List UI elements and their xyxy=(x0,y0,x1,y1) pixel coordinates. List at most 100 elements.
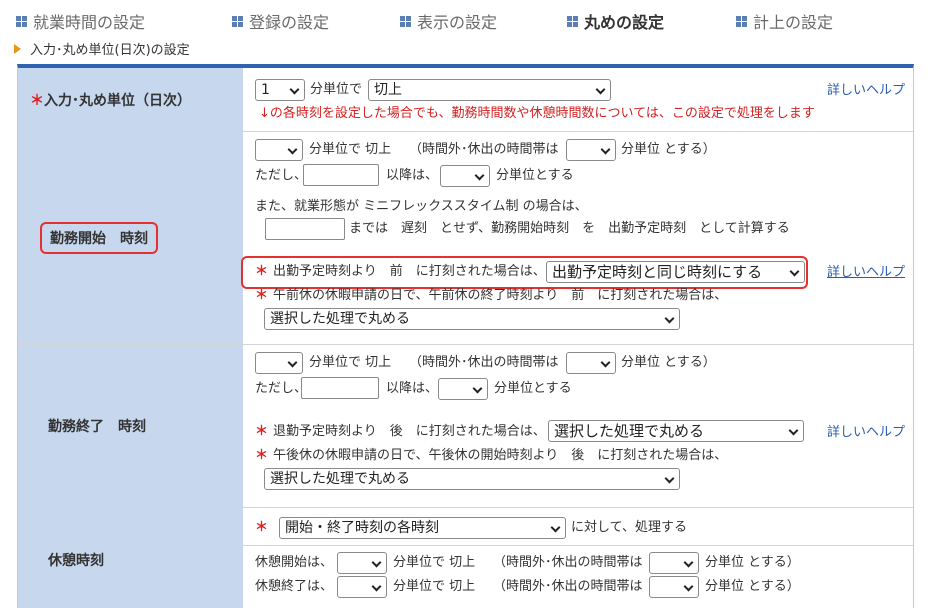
row-label-text: 勤務開始 時刻 xyxy=(40,222,158,254)
grid-icon xyxy=(16,15,27,27)
select-value: 出勤予定時刻と同じ時刻にする xyxy=(552,263,763,281)
grid-icon xyxy=(736,15,747,27)
break-target-text: に対して、処理する xyxy=(571,520,687,535)
required-mark: ＊ xyxy=(255,264,269,279)
after-scheduled-text: 退勤予定時刻より 後 に打刻された場合は、 xyxy=(273,424,546,439)
breadcrumb: 入力･丸め単位(日次)の設定 xyxy=(14,39,190,58)
chevron-down-icon xyxy=(600,357,611,368)
tab-label: 丸めの設定 xyxy=(584,13,665,32)
after-text: 以降は、 xyxy=(386,381,439,396)
overtime-end-text: 分単位 とする） xyxy=(621,142,716,157)
unit-text: 分単位で 切上 xyxy=(309,141,391,159)
method-label: 切上 xyxy=(365,355,392,370)
row-label-work-start: 勤務開始 時刻 xyxy=(18,132,243,345)
select-value: 選択した処理で丸める xyxy=(270,471,410,487)
grid-icon xyxy=(567,15,578,27)
chevron-down-icon xyxy=(287,144,298,155)
triangle-right-icon xyxy=(14,43,21,54)
chevron-down-icon xyxy=(289,84,300,95)
after-text: 以降は、 xyxy=(386,168,439,183)
tab-rounding[interactable]: 丸めの設定 xyxy=(567,9,664,33)
chevron-down-icon xyxy=(371,557,382,568)
tab-label: 表示の設定 xyxy=(417,13,498,32)
unit-label: 分単位で xyxy=(393,555,446,570)
row-content-work-start: 分単位で 切上 （時間外･休出の時間帯は 分単位 とする） ただし、 以降は、 … xyxy=(241,132,913,345)
tab-registration[interactable]: 登録の設定 xyxy=(232,9,329,33)
start-after-time-input[interactable] xyxy=(303,164,379,186)
unit-text: 分単位で 切上 xyxy=(393,554,475,572)
pm-leave-select[interactable]: 選択した処理で丸める xyxy=(264,468,680,490)
start-after-unit-select[interactable] xyxy=(440,165,490,187)
overtime-text: （時間外･休出の時間帯は xyxy=(409,355,559,370)
chevron-down-icon xyxy=(683,581,694,592)
end-after-unit-select[interactable] xyxy=(438,378,488,400)
break-target-select[interactable]: 開始・終了時刻の各時刻 xyxy=(279,517,566,539)
overtime-text: （時間外･休出の時間帯は xyxy=(493,579,643,594)
before-scheduled-text: 出勤予定時刻より 前 に打刻された場合は、 xyxy=(273,264,546,279)
row-label-work-end: 勤務終了 時刻 xyxy=(18,345,243,508)
break-start-unit-select[interactable] xyxy=(337,552,387,574)
unit-end-text: 分単位とする xyxy=(494,381,572,396)
chevron-down-icon xyxy=(789,266,800,277)
chevron-down-icon xyxy=(664,313,675,324)
break-end-unit-select[interactable] xyxy=(337,576,387,598)
end-after-time-input[interactable] xyxy=(301,377,379,399)
chevron-down-icon xyxy=(788,425,799,436)
flex-text-2: までは 遅刻 とせず、勤務開始時刻 を 出勤予定時刻 として計算する xyxy=(349,221,790,236)
break-start-overtime-select[interactable] xyxy=(649,552,699,574)
chevron-down-icon xyxy=(683,557,694,568)
row-label-input-unit: ＊ 入力･丸め単位（日次） xyxy=(18,68,243,132)
start-unit-select[interactable] xyxy=(255,139,303,161)
start-overtime-unit-select[interactable] xyxy=(566,139,616,161)
overtime-text: （時間外･休出の時間帯は xyxy=(493,555,643,570)
am-leave-select[interactable]: 選択した処理で丸める xyxy=(264,308,680,330)
tab-accounting[interactable]: 計上の設定 xyxy=(736,9,833,33)
break-end-overtime-select[interactable] xyxy=(649,576,699,598)
before-scheduled-select[interactable]: 出勤予定時刻と同じ時刻にする xyxy=(546,261,805,283)
unit-text: 分単位で xyxy=(310,82,363,97)
method-label: 切上 xyxy=(365,142,392,157)
unit-label: 分単位で xyxy=(309,355,362,370)
overtime-end-text: 分単位 とする） xyxy=(705,555,800,570)
break-end-text: 休憩終了は、 xyxy=(255,579,334,594)
help-link[interactable]: 詳しいヘルプ xyxy=(827,421,905,440)
flex-time-input[interactable] xyxy=(265,218,345,240)
however-text: ただし、 xyxy=(255,168,308,183)
settings-tabs: 就業時間の設定 登録の設定 表示の設定 丸めの設定 計上の設定 xyxy=(0,0,931,36)
break-start-text: 休憩開始は、 xyxy=(255,555,334,570)
required-mark: ＊ xyxy=(255,520,269,535)
row-label-text: 休憩時刻 xyxy=(48,553,104,569)
unit-text: 分単位で 切上 xyxy=(309,354,391,372)
end-overtime-unit-select[interactable] xyxy=(566,352,616,374)
row-label-text: 入力･丸め単位（日次） xyxy=(44,92,191,109)
end-unit-select[interactable] xyxy=(255,352,303,374)
rounding-method-select[interactable]: 切上 xyxy=(368,79,611,101)
help-link[interactable]: 詳しいヘルプ xyxy=(827,79,905,98)
grid-icon xyxy=(400,15,411,27)
overtime-end-text: 分単位 とする） xyxy=(621,355,716,370)
am-leave-text: 午前休の休暇申請の日で、午前休の終了時刻より 前 に打刻された場合は、 xyxy=(273,288,728,303)
tab-display[interactable]: 表示の設定 xyxy=(400,9,497,33)
select-value: 選択した処理で丸める xyxy=(270,311,410,327)
chevron-down-icon xyxy=(550,522,561,533)
unit-label: 分単位で xyxy=(309,142,362,157)
unit-text: 分単位で 切上 xyxy=(393,578,475,596)
settings-table: ＊ 入力･丸め単位（日次） 1 分単位で 切上 詳しいヘルプ ↓の各時刻を設定し… xyxy=(17,64,914,608)
required-mark: ＊ xyxy=(255,288,269,303)
chevron-down-icon xyxy=(664,473,675,484)
after-scheduled-select[interactable]: 選択した処理で丸める xyxy=(548,420,804,442)
select-value: 1 xyxy=(261,82,270,98)
help-link[interactable]: 詳しいヘルプ xyxy=(827,261,905,280)
row-label-text: 勤務終了 時刻 xyxy=(48,419,146,435)
input-unit-select[interactable]: 1 xyxy=(255,79,305,101)
select-value: 選択した処理で丸める xyxy=(554,422,705,440)
tab-label: 登録の設定 xyxy=(249,13,330,32)
required-mark: ＊ xyxy=(255,424,269,439)
breadcrumb-label: 入力･丸め単位(日次)の設定 xyxy=(30,43,190,58)
tab-work-hours[interactable]: 就業時間の設定 xyxy=(16,9,145,33)
required-mark: ＊ xyxy=(30,92,44,109)
overtime-text: （時間外･休出の時間帯は xyxy=(409,142,559,157)
select-value: 開始・終了時刻の各時刻 xyxy=(285,520,439,536)
select-value: 切上 xyxy=(374,82,402,98)
tab-label: 就業時間の設定 xyxy=(33,13,146,32)
